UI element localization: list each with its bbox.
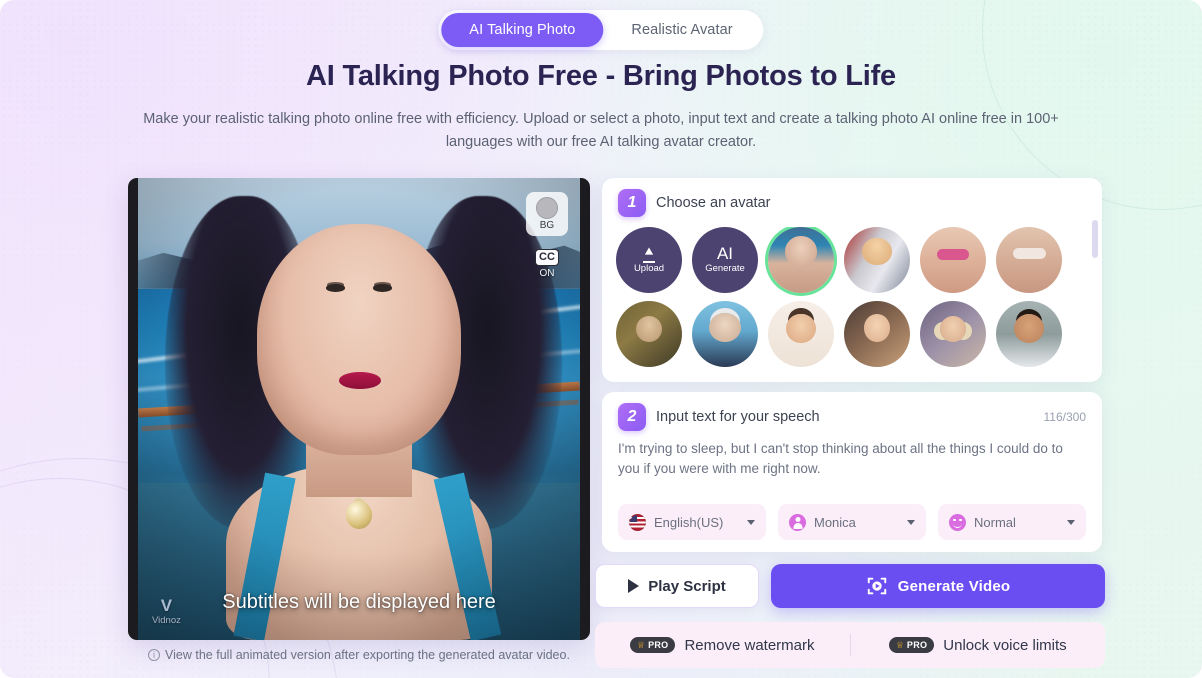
voice-select[interactable]: Monica <box>778 504 926 540</box>
avatar-scrollbar-thumb[interactable] <box>1092 220 1098 258</box>
avatar-scroll-area[interactable]: ⯅ Upload AI Generate <box>616 227 1088 375</box>
language-select-value: English(US) <box>654 514 724 530</box>
generate-video-label: Generate Video <box>897 577 1011 595</box>
avatar-option-asian-woman[interactable] <box>768 227 834 293</box>
input-text-title: Input text for your speech <box>656 409 820 425</box>
smile-icon <box>949 513 966 531</box>
tab-ai-talking-photo[interactable]: AI Talking Photo <box>441 13 604 47</box>
avatar-option-mona-lisa[interactable] <box>616 301 682 367</box>
cc-icon: CC <box>535 249 559 266</box>
camera-play-icon <box>866 575 888 597</box>
character-counter: 116/300 <box>1043 410 1087 424</box>
pro-badge: ♕ PRO <box>888 637 935 653</box>
background-button-label: BG <box>539 220 555 231</box>
unlock-voice-limits-label: Unlock voice limits <box>943 636 1067 654</box>
ai-icon: AI <box>716 244 734 264</box>
avatar-scrollbar[interactable] <box>1092 220 1098 368</box>
video-preview-panel: BG CC ON V Vidnoz Subtitles will be disp… <box>128 178 590 640</box>
tab-realistic-avatar[interactable]: Realistic Avatar <box>603 13 760 47</box>
input-text-card: 2 Input text for your speech 116/300 I'm… <box>602 392 1102 552</box>
preview-note-text: View the full animated version after exp… <box>165 648 570 662</box>
upload-icon: ⯅ <box>642 244 655 264</box>
pro-badge: ♕ PRO <box>629 637 676 653</box>
mode-tabs: AI Talking Photo Realistic Avatar <box>438 10 764 50</box>
avatar-ai-generate-label: Generate <box>705 263 745 275</box>
unlock-voice-limits-item[interactable]: ♕ PRO Unlock voice limits <box>851 637 1106 654</box>
speech-text-input[interactable]: I'm trying to sleep, but I can't stop th… <box>618 439 1086 493</box>
voice-select-value: Monica <box>814 514 856 530</box>
preview-canvas[interactable]: BG CC ON V Vidnoz Subtitles will be disp… <box>138 178 580 640</box>
play-script-button[interactable]: Play Script <box>595 564 759 608</box>
background-toggle-button[interactable]: BG <box>526 192 568 236</box>
choose-avatar-header: 1 Choose an avatar <box>602 178 1102 217</box>
avatar-option-einstein[interactable] <box>692 301 758 367</box>
style-select[interactable]: Normal <box>938 504 1086 540</box>
crown-icon: ♕ <box>895 639 904 650</box>
avatar-option-cartoon-man[interactable] <box>768 301 834 367</box>
chevron-down-icon <box>907 519 915 525</box>
avatar-option-white-lingerie[interactable] <box>996 227 1062 293</box>
step-badge-2: 2 <box>618 403 646 431</box>
pro-badge-label: PRO <box>648 640 669 650</box>
generate-video-button[interactable]: Generate Video <box>771 564 1105 608</box>
action-buttons-row: Play Script Generate Video <box>595 564 1105 608</box>
pro-badge-label: PRO <box>906 640 928 650</box>
avatar-option-trump[interactable] <box>844 227 910 293</box>
info-icon: i <box>148 649 161 661</box>
avatar-option-ronaldo[interactable] <box>996 301 1062 367</box>
subtitle-placeholder-text: Subtitles will be displayed here <box>222 591 496 613</box>
crown-icon: ♕ <box>636 639 646 650</box>
choose-avatar-title: Choose an avatar <box>656 195 771 211</box>
background-swatch-icon <box>536 197 558 219</box>
avatar-upload-label: Upload <box>633 263 665 275</box>
pro-features-bar: ♕ PRO Remove watermark ♕ PRO Unlock voic… <box>595 622 1105 668</box>
play-script-label: Play Script <box>648 577 726 595</box>
remove-watermark-item[interactable]: ♕ PRO Remove watermark <box>595 637 850 654</box>
avatar-option-blonde-woman[interactable] <box>920 301 986 367</box>
avatar-option-cartoon-woman[interactable] <box>844 301 910 367</box>
page-title: AI Talking Photo Free - Bring Photos to … <box>306 60 896 92</box>
play-icon <box>628 579 640 593</box>
chevron-down-icon <box>1067 519 1075 525</box>
input-text-header: 2 Input text for your speech 116/300 <box>602 392 1102 431</box>
step-badge-1: 1 <box>618 189 646 217</box>
style-select-value: Normal <box>974 514 1016 530</box>
chevron-down-icon <box>747 519 755 525</box>
avatar-option-pink-bikini[interactable] <box>920 227 986 293</box>
voice-settings-row: English(US) Monica Normal <box>618 504 1086 540</box>
photo-vignette <box>138 178 580 640</box>
subtitle-toggle-button[interactable]: CC ON <box>526 244 568 284</box>
page-root: AI Talking Photo Realistic Avatar AI Tal… <box>0 0 1202 678</box>
avatar-ai-generate-button[interactable]: AI Generate <box>692 227 758 293</box>
vidnoz-watermark-label: Vidnoz <box>152 615 181 626</box>
remove-watermark-label: Remove watermark <box>684 636 815 654</box>
avatar-grid: ⯅ Upload AI Generate <box>616 227 1088 367</box>
choose-avatar-card: 1 Choose an avatar ⯅ Upload AI Generate <box>602 178 1102 382</box>
cc-state-label: ON <box>539 267 555 279</box>
language-select[interactable]: English(US) <box>618 504 766 540</box>
avatar-upload-button[interactable]: ⯅ Upload <box>616 227 682 293</box>
preview-note: i View the full animated version after e… <box>128 648 590 662</box>
page-subtitle: Make your realistic talking photo online… <box>143 111 1059 150</box>
person-icon <box>789 513 806 531</box>
us-flag-icon <box>629 513 646 531</box>
